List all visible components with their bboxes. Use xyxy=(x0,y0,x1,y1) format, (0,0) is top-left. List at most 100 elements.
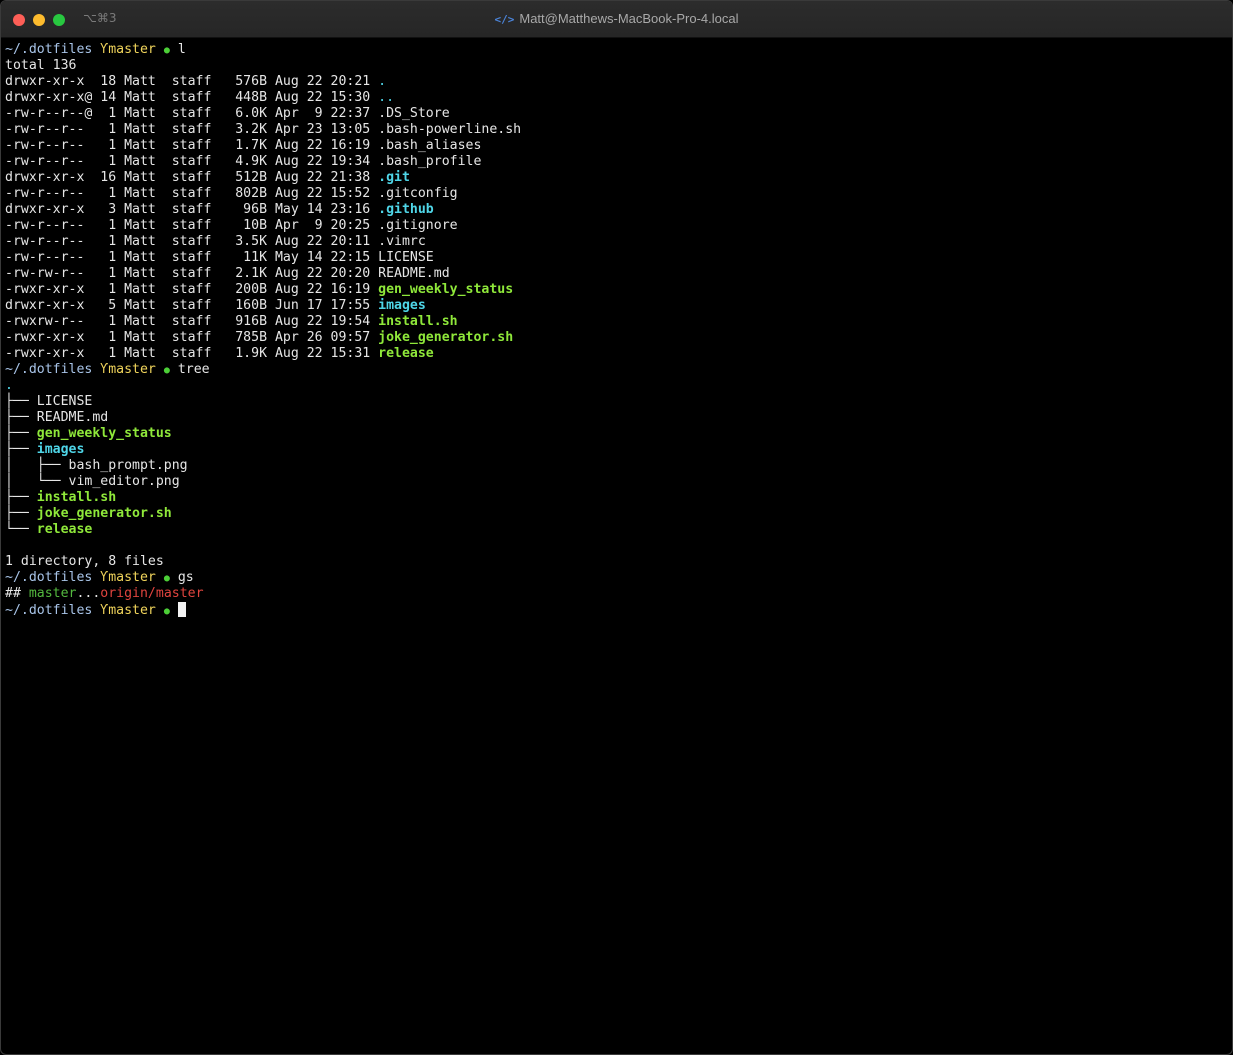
tree-row: ├── LICENSE xyxy=(5,394,1232,410)
ls-row-meta: -rw-r--r-- 1 Matt staff 4.9K Aug 22 19:3… xyxy=(5,154,379,169)
ls-row: drwxr-xr-x 5 Matt staff 160B Jun 17 17:5… xyxy=(5,298,1232,314)
tree-branch: │ ├── xyxy=(5,458,69,473)
tree-row: ├── gen_weekly_status xyxy=(5,426,1232,442)
ls-row: -rw-r--r-- 1 Matt staff 802B Aug 22 15:5… xyxy=(5,186,1232,202)
ls-row: -rw-r--r-- 1 Matt staff 4.9K Aug 22 19:3… xyxy=(5,154,1232,170)
window-title-text: Matt@Matthews-MacBook-Pro-4.local xyxy=(519,11,739,26)
tree-item-name: install.sh xyxy=(36,490,117,505)
tree-branch: │ └── xyxy=(5,474,69,489)
tree-item-name: joke_generator.sh xyxy=(36,506,172,521)
ls-row-meta: drwxr-xr-x 3 Matt staff 96B May 14 23:16 xyxy=(5,202,379,217)
prompt-cwd: ~/.dotfiles xyxy=(5,362,93,377)
tree-item-name: README.md xyxy=(36,410,109,425)
tree-branch: ├── xyxy=(5,426,37,441)
ls-row: -rw-r--r-- 1 Matt staff 3.5K Aug 22 20:1… xyxy=(5,234,1232,250)
ls-row: drwxr-xr-x@ 14 Matt staff 448B Aug 22 15… xyxy=(5,90,1232,106)
ls-row: drwxr-xr-x 3 Matt staff 96B May 14 23:16… xyxy=(5,202,1232,218)
prompt-cwd: ~/.dotfiles xyxy=(5,42,93,57)
terminal-output[interactable]: ~/.dotfiles Ƴmaster ● l total 136 drwxr-xr… xyxy=(5,42,1232,618)
code-icon: </> xyxy=(494,13,515,26)
prompt-cwd: ~/.dotfiles xyxy=(5,603,93,618)
command-text: gs xyxy=(177,570,194,585)
git-local-branch: master xyxy=(28,586,77,601)
tree-branch: ├── xyxy=(5,394,37,409)
ls-row-name: .git xyxy=(378,170,410,185)
ls-row: -rwxr-xr-x 1 Matt staff 200B Aug 22 16:1… xyxy=(5,282,1232,298)
ls-row-meta: drwxr-xr-x 16 Matt staff 512B Aug 22 21:… xyxy=(5,170,379,185)
window-title: </> Matt@Matthews-MacBook-Pro-4.local xyxy=(1,11,1232,26)
ls-total-text: total 136 xyxy=(5,58,77,73)
tree-root: . xyxy=(5,378,1232,394)
tree-item-name: images xyxy=(36,442,85,457)
ls-row: -rwxr-xr-x 1 Matt staff 785B Apr 26 09:5… xyxy=(5,330,1232,346)
prompt-branch: Ƴmaster xyxy=(100,603,156,618)
tree-item-name: vim_editor.png xyxy=(68,474,180,489)
ls-row-name: release xyxy=(378,346,434,361)
tree-row: └── release xyxy=(5,522,1232,538)
apple-icon: ● xyxy=(163,45,170,56)
ls-row-name: README.md xyxy=(378,266,450,281)
ls-row: -rw-r--r-- 1 Matt staff 11K May 14 22:15… xyxy=(5,250,1232,266)
prompt-line: ~/.dotfiles Ƴmaster ● xyxy=(5,602,1232,618)
ls-row-meta: drwxr-xr-x 18 Matt staff 576B Aug 22 20:… xyxy=(5,74,379,89)
ls-row-meta: drwxr-xr-x 5 Matt staff 160B Jun 17 17:5… xyxy=(5,298,379,313)
prompt-cwd: ~/.dotfiles xyxy=(5,570,93,585)
terminal-window: ⌥⌘3 </> Matt@Matthews-MacBook-Pro-4.local… xyxy=(0,0,1233,1055)
text-cursor[interactable] xyxy=(177,602,186,617)
ls-row-meta: -rwxrw-r-- 1 Matt staff 916B Aug 22 19:5… xyxy=(5,314,379,329)
ls-row-name: joke_generator.sh xyxy=(378,330,514,345)
apple-icon: ● xyxy=(163,606,170,617)
ls-total: total 136 xyxy=(5,58,1232,74)
tree-row: │ ├── bash_prompt.png xyxy=(5,458,1232,474)
ls-row-name: .bash_profile xyxy=(378,154,482,169)
tree-row: ├── images xyxy=(5,442,1232,458)
tree-item-name: LICENSE xyxy=(36,394,93,409)
ls-row: -rwxr-xr-x 1 Matt staff 1.9K Aug 22 15:3… xyxy=(5,346,1232,362)
ls-row-name: gen_weekly_status xyxy=(378,282,514,297)
prompt-branch: Ƴmaster xyxy=(100,570,156,585)
ls-row: -rw-r--r-- 1 Matt staff 3.2K Apr 23 13:0… xyxy=(5,122,1232,138)
ls-row: -rwxrw-r-- 1 Matt staff 916B Aug 22 19:5… xyxy=(5,314,1232,330)
prompt-branch: Ƴmaster xyxy=(100,362,156,377)
tree-row: │ └── vim_editor.png xyxy=(5,474,1232,490)
ls-row-meta: -rw-r--r-- 1 Matt staff 3.5K Aug 22 20:1… xyxy=(5,234,379,249)
tree-summary-text: 1 directory, 8 files xyxy=(5,554,164,569)
ls-row-meta: -rw-r--r-- 1 Matt staff 10B Apr 9 20:25 xyxy=(5,218,379,233)
ls-row-name: . xyxy=(378,74,387,89)
tree-branch: ├── xyxy=(5,506,37,521)
command-text: tree xyxy=(177,362,210,377)
tree-row: ├── joke_generator.sh xyxy=(5,506,1232,522)
prompt-line: ~/.dotfiles Ƴmaster ● l xyxy=(5,42,1232,58)
ls-row: drwxr-xr-x 18 Matt staff 576B Aug 22 20:… xyxy=(5,74,1232,90)
ls-row-name: .github xyxy=(378,202,434,217)
ls-row-meta: -rw-r--r--@ 1 Matt staff 6.0K Apr 9 22:3… xyxy=(5,106,379,121)
tree-item-name: bash_prompt.png xyxy=(68,458,188,473)
ls-row-name: .bash_aliases xyxy=(378,138,482,153)
ls-row: -rw-r--r-- 1 Matt staff 10B Apr 9 20:25 … xyxy=(5,218,1232,234)
ls-row-meta: -rw-r--r-- 1 Matt staff 802B Aug 22 15:5… xyxy=(5,186,379,201)
apple-icon: ● xyxy=(163,573,170,584)
ls-row-name: images xyxy=(378,298,426,313)
tree-branch: └── xyxy=(5,522,37,537)
ls-row-meta: -rwxr-xr-x 1 Matt staff 785B Apr 26 09:5… xyxy=(5,330,379,345)
ls-row-meta: drwxr-xr-x@ 14 Matt staff 448B Aug 22 15… xyxy=(5,90,379,105)
tree-branch: ├── xyxy=(5,442,37,457)
ls-row-meta: -rw-rw-r-- 1 Matt staff 2.1K Aug 22 20:2… xyxy=(5,266,379,281)
ls-row: drwxr-xr-x 16 Matt staff 512B Aug 22 21:… xyxy=(5,170,1232,186)
tree-root-name: . xyxy=(5,378,13,393)
git-status-line: ## master...origin/master xyxy=(5,586,1232,602)
tree-branch: ├── xyxy=(5,410,37,425)
git-remote-branch: origin/master xyxy=(100,586,204,601)
ls-row-name: .. xyxy=(378,90,395,105)
command-text: l xyxy=(177,42,186,57)
apple-icon: ● xyxy=(163,365,170,376)
tree-item-name: gen_weekly_status xyxy=(36,426,172,441)
ls-row: -rw-rw-r-- 1 Matt staff 2.1K Aug 22 20:2… xyxy=(5,266,1232,282)
ls-row: -rw-r--r--@ 1 Matt staff 6.0K Apr 9 22:3… xyxy=(5,106,1232,122)
ls-row-name: .vimrc xyxy=(378,234,426,249)
ls-row-meta: -rw-r--r-- 1 Matt staff 3.2K Apr 23 13:0… xyxy=(5,122,379,137)
ls-row-meta: -rw-r--r-- 1 Matt staff 11K May 14 22:15 xyxy=(5,250,379,265)
prompt-line: ~/.dotfiles Ƴmaster ● gs xyxy=(5,570,1232,586)
title-bar[interactable]: ⌥⌘3 </> Matt@Matthews-MacBook-Pro-4.local xyxy=(1,1,1232,38)
